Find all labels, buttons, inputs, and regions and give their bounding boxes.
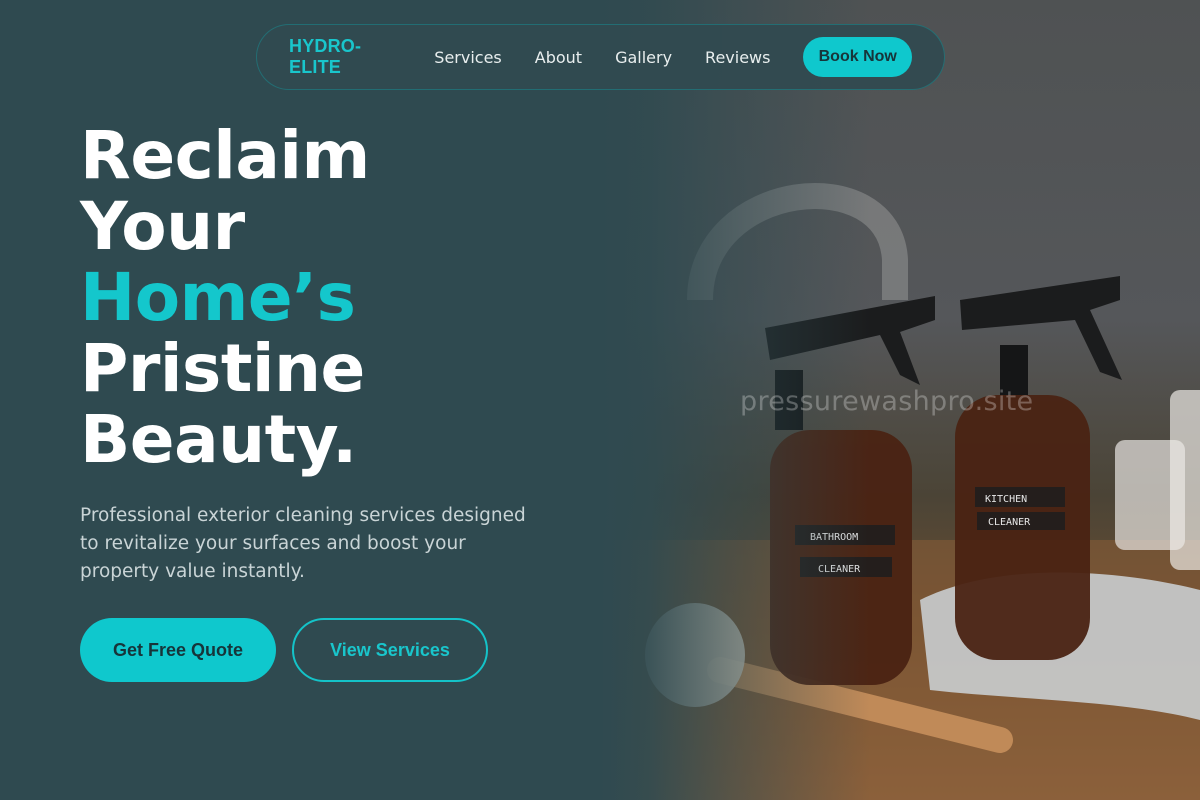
- headline-line-5: Beauty.: [80, 401, 357, 478]
- nav-link-services[interactable]: Services: [434, 48, 501, 67]
- brand-logo[interactable]: HYDRO-ELITE: [289, 36, 402, 78]
- bottle-right-label-line2: CLEANER: [988, 517, 1031, 528]
- watermark-text: pressurewashpro.site: [740, 386, 1034, 417]
- hero-subtitle: Professional exterior cleaning services …: [80, 505, 526, 582]
- bottle-left-label-line1: BATHROOM: [810, 532, 858, 543]
- headline-line-3-accent: Home’s: [80, 259, 356, 336]
- headline-line-1: Reclaim: [80, 117, 370, 194]
- nav-link-about[interactable]: About: [535, 48, 582, 67]
- headline-line-2: Your: [80, 188, 245, 265]
- bottle-left-label-line2: CLEANER: [818, 564, 861, 575]
- nav-link-gallery[interactable]: Gallery: [615, 48, 672, 67]
- get-free-quote-button[interactable]: Get Free Quote: [80, 618, 276, 682]
- bottle-right-label-line1: KITCHEN: [985, 494, 1027, 505]
- top-navigation: HYDRO-ELITE Services About Gallery Revie…: [256, 24, 945, 90]
- nav-link-reviews[interactable]: Reviews: [705, 48, 770, 67]
- hero-headline: Reclaim Your Home’s Pristine Beauty.: [80, 120, 370, 475]
- view-services-button[interactable]: View Services: [292, 618, 488, 682]
- headline-line-4: Pristine: [80, 330, 365, 407]
- book-now-button[interactable]: Book Now: [803, 37, 912, 77]
